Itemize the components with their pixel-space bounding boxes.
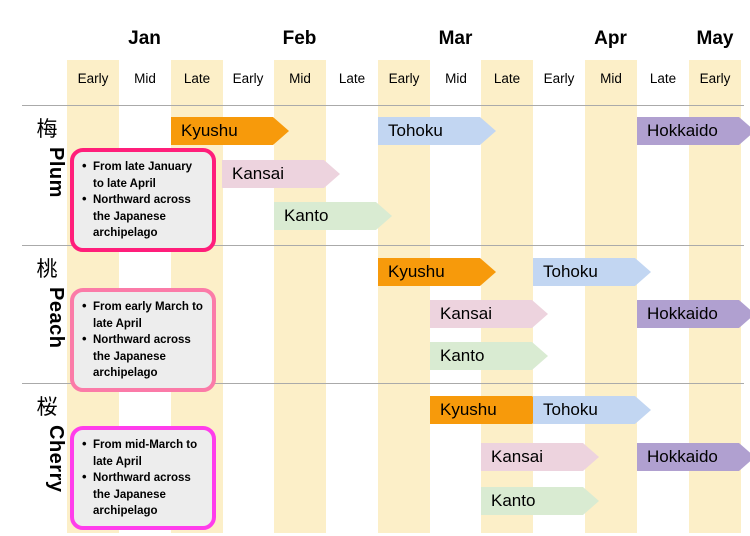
row-name-label: Peach <box>45 287 67 349</box>
bloom-bar-label: Tohoku <box>388 121 443 140</box>
period-label: Late <box>183 71 211 86</box>
bloom-bar-kyushu: Kyushu <box>430 396 548 424</box>
bloom-bar-label: Hokkaido <box>647 447 718 466</box>
callout-note-list: From late January to late AprilNorthward… <box>82 158 204 242</box>
month-label-mar: Mar <box>438 28 473 49</box>
row-kanji-label: 桃 <box>36 257 58 281</box>
row-kanji-label: 梅 <box>36 117 58 141</box>
bloom-bar-label: Kyushu <box>181 121 238 140</box>
bloom-bar-hokkaido: Hokkaido <box>637 300 750 328</box>
period-label: Mid <box>289 71 311 86</box>
callout-note-item: From early March to late April <box>82 298 204 332</box>
period-label: Early <box>77 71 109 86</box>
callout-note-item: Northward across the Japanese archipelag… <box>82 469 204 520</box>
period-label: Late <box>493 71 521 86</box>
row-name-label: Cherry <box>45 425 67 493</box>
period-label: Late <box>338 71 366 86</box>
bloom-bar-kyushu: Kyushu <box>171 117 289 145</box>
bloom-bar-label: Tohoku <box>543 400 598 419</box>
row-divider <box>22 105 744 106</box>
bloom-bar-label: Hokkaido <box>647 121 718 140</box>
month-label-feb: Feb <box>282 28 317 49</box>
bloom-bar-tohoku: Tohoku <box>533 396 651 424</box>
callout-note-list: From mid-March to late AprilNorthward ac… <box>82 436 204 520</box>
bloom-bar-label: Kansai <box>440 304 492 323</box>
row-callout-box: From early March to late AprilNorthward … <box>70 288 216 392</box>
row-callout-box: From late January to late AprilNorthward… <box>70 148 216 252</box>
row-kanji-label: 桜 <box>36 395 58 419</box>
bloom-bar-kyushu: Kyushu <box>378 258 496 286</box>
bloom-bar-kanto: Kanto <box>481 487 599 515</box>
period-label: Early <box>699 71 731 86</box>
bloom-calendar-chart: Jan Feb Mar Apr May Early Mid Late Early Mid Late E… <box>0 0 750 536</box>
bloom-bar-tohoku: Tohoku <box>378 117 496 145</box>
month-label-may: May <box>696 28 734 49</box>
bloom-bar-kanto: Kanto <box>274 202 392 230</box>
period-label: Mid <box>445 71 467 86</box>
row-name-label: Plum <box>45 147 67 198</box>
bloom-bar-label: Kyushu <box>388 262 445 281</box>
bloom-bar-label: Kanto <box>491 491 536 510</box>
period-label: Mid <box>600 71 622 86</box>
bloom-bar-hokkaido: Hokkaido <box>637 443 750 471</box>
period-label: Early <box>543 71 575 86</box>
bloom-bar-label: Tohoku <box>543 262 598 281</box>
bloom-bar-label: Hokkaido <box>647 304 718 323</box>
month-label-apr: Apr <box>594 28 627 49</box>
period-label: Mid <box>134 71 156 86</box>
bloom-bar-hokkaido: Hokkaido <box>637 117 750 145</box>
bloom-bar-label: Kanto <box>440 346 485 365</box>
callout-note-list: From early March to late AprilNorthward … <box>82 298 204 382</box>
callout-note-item: From late January to late April <box>82 158 204 192</box>
period-label: Early <box>388 71 420 86</box>
period-label: Early <box>232 71 264 86</box>
bloom-bar-kansai: Kansai <box>222 160 340 188</box>
callout-note-item: Northward across the Japanese archipelag… <box>82 331 204 382</box>
bloom-bar-tohoku: Tohoku <box>533 258 651 286</box>
month-label-jan: Jan <box>128 28 161 49</box>
bloom-bar-kansai: Kansai <box>481 443 599 471</box>
row-callout-box: From mid-March to late AprilNorthward ac… <box>70 426 216 530</box>
callout-note-item: Northward across the Japanese archipelag… <box>82 191 204 242</box>
bloom-bar-label: Kansai <box>491 447 543 466</box>
period-label: Late <box>649 71 677 86</box>
callout-note-item: From mid-March to late April <box>82 436 204 470</box>
bloom-bar-kanto: Kanto <box>430 342 548 370</box>
bloom-bar-label: Kyushu <box>440 400 497 419</box>
bloom-bar-kansai: Kansai <box>430 300 548 328</box>
bloom-bar-label: Kansai <box>232 164 284 183</box>
bloom-bar-label: Kanto <box>284 206 329 225</box>
